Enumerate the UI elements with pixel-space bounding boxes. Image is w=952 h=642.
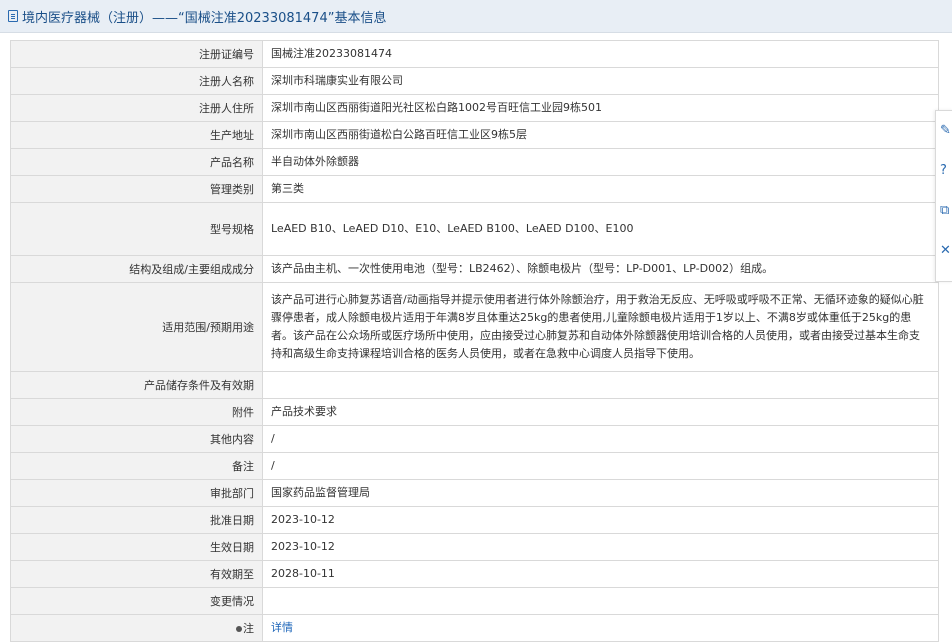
value-other-content: / xyxy=(262,425,939,453)
value-product-name: 半自动体外除颤器 xyxy=(262,148,939,176)
table-row: 其他内容 / xyxy=(10,425,939,453)
page-title: 境内医疗器械（注册）——“国械注准20233081474”基本信息 xyxy=(22,10,387,26)
value-registration-number: 国械注准20233081474 xyxy=(262,40,939,68)
value-attachment: 产品技术要求 xyxy=(262,398,939,426)
table-row: 注册人名称 深圳市科瑞康实业有限公司 xyxy=(10,67,939,95)
note-label-text: 注 xyxy=(243,622,254,635)
value-change-status xyxy=(262,587,939,615)
value-model-spec: LeAED B10、LeAED D10、E10、LeAED B100、LeAED… xyxy=(262,202,939,256)
label-approval-date: 批准日期 xyxy=(10,506,263,534)
table-row: 生产地址 深圳市南山区西丽街道松白公路百旺信工业区9栋5层 xyxy=(10,121,939,149)
label-change-status: 变更情况 xyxy=(10,587,263,615)
info-table: 注册证编号 国械注准20233081474 注册人名称 深圳市科瑞康实业有限公司… xyxy=(10,40,939,642)
floating-toolbar: ✎ ? ⧉ ✕ xyxy=(935,110,952,282)
label-model-spec: 型号规格 xyxy=(10,202,263,256)
table-row: 备注 / xyxy=(10,452,939,480)
table-row: 产品名称 半自动体外除颤器 xyxy=(10,148,939,176)
table-row: 注册证编号 国械注准20233081474 xyxy=(10,40,939,68)
table-row: 产品储存条件及有效期 xyxy=(10,371,939,399)
value-remarks: / xyxy=(262,452,939,480)
label-registrant-address: 注册人住所 xyxy=(10,94,263,122)
label-approval-department: 审批部门 xyxy=(10,479,263,507)
label-attachment: 附件 xyxy=(10,398,263,426)
label-product-name: 产品名称 xyxy=(10,148,263,176)
label-other-content: 其他内容 xyxy=(10,425,263,453)
label-production-address: 生产地址 xyxy=(10,121,263,149)
table-row: 变更情况 xyxy=(10,587,939,615)
value-note: 详情 xyxy=(262,614,939,642)
value-storage-conditions xyxy=(262,371,939,399)
document-icon xyxy=(8,10,18,22)
pin-icon xyxy=(236,626,242,632)
value-production-address: 深圳市南山区西丽街道松白公路百旺信工业区9栋5层 xyxy=(262,121,939,149)
table-row: 型号规格 LeAED B10、LeAED D10、E10、LeAED B100、… xyxy=(10,202,939,256)
value-management-category: 第三类 xyxy=(262,175,939,203)
label-valid-until: 有效期至 xyxy=(10,560,263,588)
value-structure-composition: 该产品由主机、一次性使用电池（型号：LB2462）、除颤电极片（型号：LP-D0… xyxy=(262,255,939,283)
help-icon[interactable]: ? xyxy=(940,163,952,179)
table-row: 注册人住所 深圳市南山区西丽街道阳光社区松白路1002号百旺信工业园9栋501 xyxy=(10,94,939,122)
label-management-category: 管理类别 xyxy=(10,175,263,203)
table-row: 生效日期 2023-10-12 xyxy=(10,533,939,561)
table-row: 管理类别 第三类 xyxy=(10,175,939,203)
label-structure-composition: 结构及组成/主要组成成分 xyxy=(10,255,263,283)
copy-icon[interactable]: ⧉ xyxy=(940,203,952,219)
table-row: 注 详情 xyxy=(10,614,939,642)
table-row: 审批部门 国家药品监督管理局 xyxy=(10,479,939,507)
label-storage-conditions: 产品储存条件及有效期 xyxy=(10,371,263,399)
label-note: 注 xyxy=(10,614,263,642)
table-row: 适用范围/预期用途 该产品可进行心肺复苏语音/动画指导并提示使用者进行体外除颤治… xyxy=(10,282,939,372)
value-registrant-address: 深圳市南山区西丽街道阳光社区松白路1002号百旺信工业园9栋501 xyxy=(262,94,939,122)
table-row: 结构及组成/主要组成成分 该产品由主机、一次性使用电池（型号：LB2462）、除… xyxy=(10,255,939,283)
value-effective-date: 2023-10-12 xyxy=(262,533,939,561)
table-row: 批准日期 2023-10-12 xyxy=(10,506,939,534)
close-icon[interactable]: ✕ xyxy=(940,243,952,259)
page-header: 境内医疗器械（注册）——“国械注准20233081474”基本信息 xyxy=(0,0,952,33)
value-approval-department: 国家药品监督管理局 xyxy=(262,479,939,507)
label-registration-number: 注册证编号 xyxy=(10,40,263,68)
label-effective-date: 生效日期 xyxy=(10,533,263,561)
value-approval-date: 2023-10-12 xyxy=(262,506,939,534)
value-valid-until: 2028-10-11 xyxy=(262,560,939,588)
label-remarks: 备注 xyxy=(10,452,263,480)
label-intended-use: 适用范围/预期用途 xyxy=(10,282,263,372)
edit-icon[interactable]: ✎ xyxy=(940,123,952,139)
value-registrant-name: 深圳市科瑞康实业有限公司 xyxy=(262,67,939,95)
label-registrant-name: 注册人名称 xyxy=(10,67,263,95)
table-row: 有效期至 2028-10-11 xyxy=(10,560,939,588)
table-row: 附件 产品技术要求 xyxy=(10,398,939,426)
value-intended-use: 该产品可进行心肺复苏语音/动画指导并提示使用者进行体外除颤治疗，用于救治无反应、… xyxy=(262,282,939,372)
details-link[interactable]: 详情 xyxy=(271,621,293,634)
